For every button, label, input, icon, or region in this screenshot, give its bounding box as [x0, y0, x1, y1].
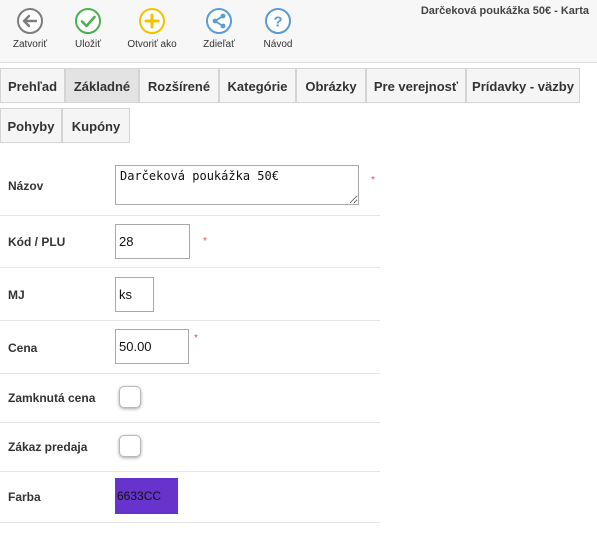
tab-images[interactable]: Obrázky [296, 68, 366, 103]
required-mark: * [194, 333, 198, 344]
tab-overview[interactable]: Prehľad [0, 68, 65, 103]
close-button[interactable]: Zatvoriť [0, 7, 60, 50]
window-title: Darčeková poukážka 50€ - Karta [420, 5, 589, 17]
required-mark: * [203, 236, 207, 247]
code-row: Kód / PLU * [0, 216, 380, 268]
code-field[interactable] [115, 224, 190, 259]
locked-price-checkbox[interactable] [119, 386, 141, 408]
locked-price-label: Zamknutá cena [8, 391, 96, 405]
svg-text:?: ? [273, 14, 282, 31]
help-button-label: Návod [263, 39, 293, 50]
required-mark: * [371, 175, 375, 186]
name-row: Názov Darčeková poukážka 50€ * [0, 157, 380, 216]
tab-coupons[interactable]: Kupóny [62, 108, 130, 143]
sale-ban-checkbox[interactable] [119, 435, 141, 457]
toolbar: Zatvoriť Uložiť Otvoriť ako Zdieľať ? Ná… [0, 0, 597, 63]
locked-price-row: Zamknutá cena [0, 374, 380, 423]
tab-movements[interactable]: Pohyby [0, 108, 62, 143]
save-button[interactable]: Uložiť [58, 7, 118, 50]
price-label: Cena [8, 341, 38, 355]
tab-advanced[interactable]: Rozšírené [139, 68, 219, 103]
open-as-button[interactable]: Otvoriť ako [122, 7, 182, 50]
color-label: Farba [8, 490, 41, 504]
save-button-label: Uložiť [75, 39, 101, 50]
plus-icon [139, 8, 165, 34]
tab-public[interactable]: Pre verejnosť [366, 68, 466, 103]
code-label: Kód / PLU [8, 235, 66, 249]
color-picker[interactable]: 6633CC [115, 478, 178, 514]
sale-ban-label: Zákaz predaja [8, 440, 88, 454]
unit-label: MJ [8, 288, 25, 302]
unit-field[interactable] [115, 277, 154, 312]
share-button-label: Zdieľať [203, 39, 235, 50]
help-button[interactable]: ? Návod [248, 7, 308, 50]
back-arrow-icon [17, 8, 43, 34]
help-icon: ? [265, 8, 291, 34]
close-button-label: Zatvoriť [12, 39, 48, 50]
price-field[interactable] [115, 329, 189, 364]
unit-row: MJ [0, 268, 380, 321]
name-field[interactable]: Darčeková poukážka 50€ [115, 165, 359, 205]
open-as-button-label: Otvoriť ako [127, 39, 177, 50]
tab-basic[interactable]: Základné [65, 68, 139, 103]
tab-addons[interactable]: Prídavky - väzby [466, 68, 580, 103]
share-button[interactable]: Zdieľať [189, 7, 249, 50]
checkmark-icon [75, 8, 101, 34]
price-row: Cena * [0, 321, 380, 374]
share-icon [206, 8, 232, 34]
sale-ban-row: Zákaz predaja [0, 423, 380, 472]
color-row: Farba 6633CC [0, 472, 380, 523]
name-label: Názov [8, 179, 44, 193]
tab-categories[interactable]: Kategórie [219, 68, 296, 103]
